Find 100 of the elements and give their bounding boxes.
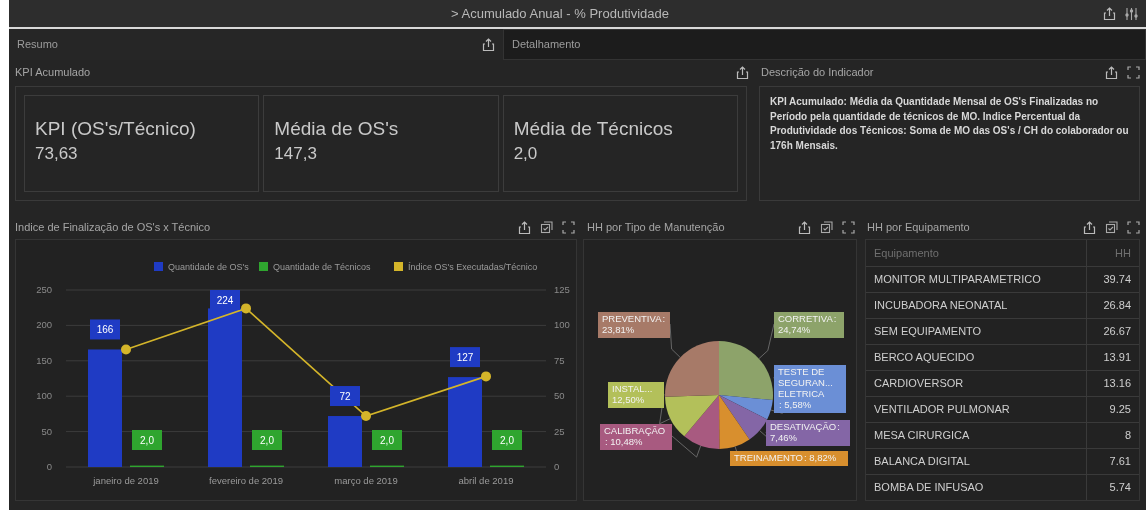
table-cell: 7.61 [1086, 448, 1139, 474]
panel-title: HH por Equipamento [867, 219, 970, 235]
tab[interactable]: Detalhamento [503, 29, 1146, 60]
table-cell: BALANCA DIGITAL [866, 448, 1087, 474]
description-text: KPI Acumulado: Média da Quantidade Mensal de OS's Finalizadas no Período pela quantidade de técnicos de MO. Indice Percentual da Produtividade dos Técnicos: Soma de MO das OS's / CH do colaborador ou 176h Mensais. [770, 95, 1129, 153]
slice-label: DESATIVAÇÃO [770, 422, 837, 433]
settings-icon[interactable] [1125, 7, 1138, 20]
focus-mode-icon[interactable] [540, 220, 553, 234]
table-cell: 26.67 [1086, 318, 1139, 344]
legend-label: Índice OS's Executadas/Técnico [408, 262, 538, 272]
section-title: Descrição do Indicador [761, 64, 874, 80]
tab-label[interactable]: Resumo [17, 36, 58, 53]
legend-label: Quantidade de OS's [168, 262, 249, 272]
data-point [121, 344, 131, 355]
expand-icon[interactable] [842, 220, 855, 234]
slice-value: 10,48% [610, 435, 643, 447]
share-icon[interactable] [1105, 65, 1118, 79]
data-point [361, 411, 371, 421]
table-cell: 39.74 [1086, 266, 1139, 292]
table-cell: BERCO AQUECIDO [866, 344, 1087, 370]
data-label: 127 [456, 352, 474, 364]
focus-mode-icon[interactable] [820, 220, 833, 234]
legend-swatch [154, 262, 163, 271]
tab-label[interactable]: Detalhamento [512, 36, 581, 53]
slice-value: 7,46% [770, 431, 797, 443]
table-cell: SEM EQUIPAMENTO [866, 318, 1087, 344]
data-label: 72 [339, 391, 351, 403]
column-header: Equipamento [866, 240, 1087, 266]
share-icon[interactable] [1103, 7, 1116, 20]
share-icon[interactable] [798, 220, 811, 234]
label-separator: : [837, 422, 840, 433]
slice-value: 24,74% [778, 323, 811, 335]
axis-label: 125 [554, 284, 570, 295]
kpi-label: KPI (OS's/Técnico) [35, 118, 197, 141]
slice-value: 12,50% [612, 393, 645, 405]
slice-label: TESTE DE SEGURAN... ELETRICA [778, 367, 834, 400]
data-label: 2,0 [380, 435, 395, 446]
expand-icon[interactable] [562, 220, 575, 234]
axis-label: 75 [554, 354, 565, 366]
section-title: KPI Acumulado [15, 64, 91, 80]
data-label: 2,0 [252, 430, 282, 450]
share-icon[interactable] [482, 38, 495, 51]
axis-label: 0 [46, 461, 52, 472]
data-label: 2,0 [140, 435, 155, 446]
label-separator: : [833, 314, 837, 325]
slice-label: PREVENTIVA [602, 314, 662, 325]
panel-title: Indice de Finalização de OS's x Técnico [15, 219, 211, 235]
kpi-label: Média de Técnicos [513, 118, 674, 141]
table-cell: VENTILADOR PULMONAR [866, 396, 1087, 422]
axis-label: 200 [36, 319, 52, 331]
expand-icon[interactable] [1127, 65, 1140, 79]
legend-swatch [394, 262, 403, 271]
share-icon[interactable] [518, 220, 531, 234]
bar [328, 416, 362, 467]
table-cell: CARDIOVERSOR [866, 370, 1087, 396]
table-cell: MESA CIRURGICA [866, 422, 1087, 448]
data-label: 2,0 [492, 430, 522, 450]
axis-label: 50 [554, 390, 565, 402]
axis-label: 25 [554, 425, 565, 437]
axis-label: 100 [36, 390, 52, 402]
leader-line [671, 435, 702, 458]
share-icon[interactable] [1083, 220, 1096, 234]
label-separator: : [605, 436, 608, 448]
share-icon[interactable] [736, 65, 749, 79]
slice-label: CORRETIVA [778, 314, 833, 325]
legend-swatch [259, 262, 268, 271]
slice-label: CALIBRAÇÃO [604, 426, 666, 437]
table-cell: 8 [1086, 422, 1139, 448]
panel-title: HH por Tipo de Manutenção [587, 219, 725, 235]
data-label: 224 [216, 295, 234, 306]
axis-label: 150 [36, 354, 52, 366]
data-label: 2,0 [132, 430, 162, 450]
axis-label: 0 [554, 461, 560, 472]
window-title: > Acumulado Anual - % Produtividade [450, 4, 670, 23]
table-cell: 13.16 [1086, 370, 1139, 396]
slice-value: 23,81% [602, 323, 635, 335]
legend-label: Quantidade de Técnicos [273, 262, 371, 272]
table-cell: BOMBA DE INFUSAO [866, 474, 1087, 500]
focus-mode-icon[interactable] [1105, 220, 1118, 234]
data-label: 166 [90, 319, 120, 340]
table-cell: 9.25 [1086, 396, 1139, 422]
axis-label: fevereiro de 2019 [209, 475, 283, 486]
column-header: HH [1086, 240, 1139, 266]
data-label: 72 [330, 386, 360, 406]
kpi-label: Média de OS's [274, 118, 400, 141]
axis-label: janeiro de 2019 [93, 475, 159, 486]
axis-label: março de 2019 [334, 475, 398, 486]
leader-line [758, 323, 775, 360]
table-cell: 5.74 [1086, 474, 1139, 500]
axis-label: 250 [36, 284, 52, 295]
axis-label: abril de 2019 [458, 475, 514, 486]
data-label: 166 [96, 324, 114, 336]
data-point [481, 371, 491, 382]
data-point [241, 303, 251, 314]
slice-label: TREINAMENTO [734, 453, 803, 464]
kpi-value: 73,63 [35, 142, 79, 165]
expand-icon[interactable] [1127, 220, 1140, 234]
table-cell: 13.91 [1086, 344, 1139, 370]
leader-line [669, 323, 681, 358]
kpi-value: 147,3 [274, 142, 318, 165]
